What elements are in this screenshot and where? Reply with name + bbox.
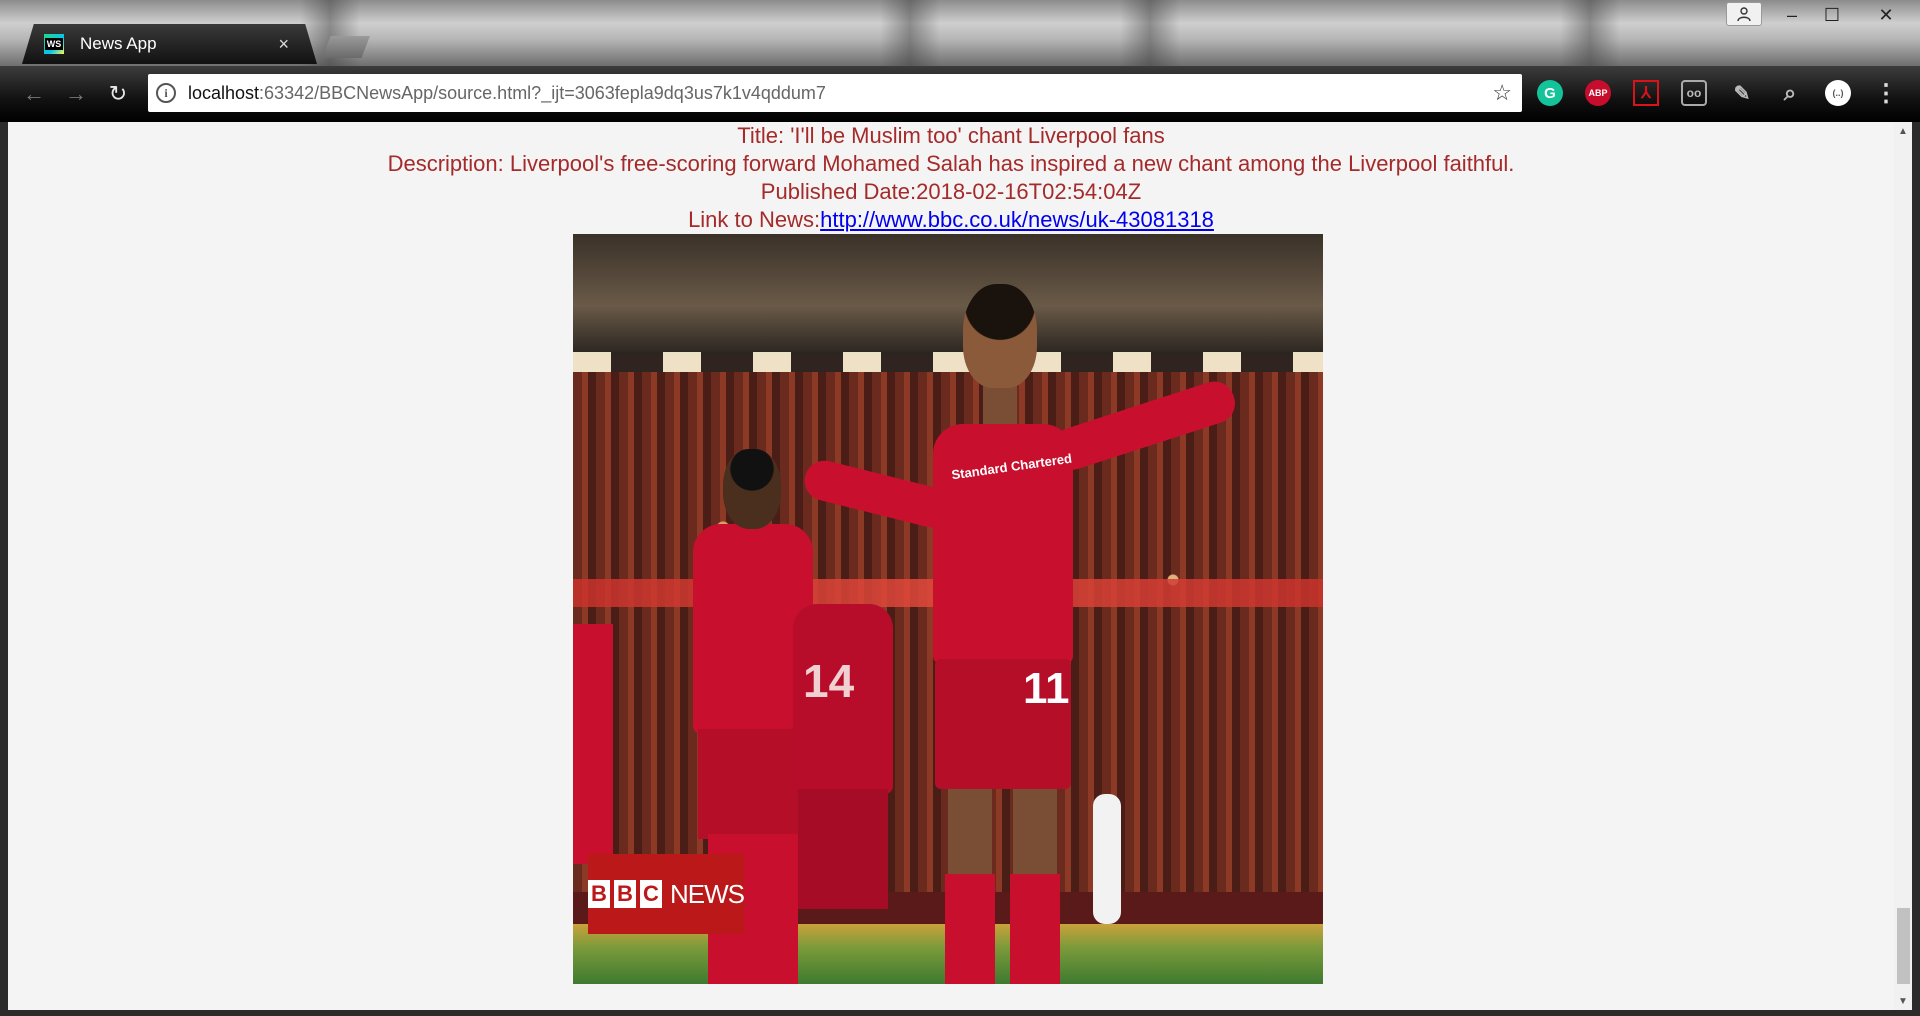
maximize-button[interactable]: ☐ xyxy=(1810,2,1854,28)
profile-button[interactable] xyxy=(1726,2,1762,26)
main-player-sock xyxy=(945,874,995,984)
menu-kebab-icon[interactable]: ⋮ xyxy=(1873,80,1899,107)
pen-icon[interactable]: ✎ xyxy=(1729,80,1755,106)
logo-word: NEWS xyxy=(670,878,745,909)
player-second-shorts xyxy=(798,789,888,909)
article-link-line: Link to News:http://www.bbc.co.uk/news/u… xyxy=(8,206,1894,234)
forward-button[interactable]: → xyxy=(60,78,92,110)
browser-tab[interactable]: WS News App × xyxy=(22,24,317,64)
bbc-news-logo: B B C NEWS xyxy=(588,854,745,934)
scrollbar-thumb[interactable] xyxy=(1897,908,1910,984)
article-image: 14 Standard Chartered 11 B B C NEWS xyxy=(573,234,1323,984)
address-bar[interactable]: i localhost:63342/BBCNewsApp/source.html… xyxy=(148,74,1522,112)
article-published-date: 2018-02-16T02:54:04Z xyxy=(916,179,1142,204)
acrobat-icon[interactable]: ⅄ xyxy=(1633,80,1659,106)
adblock-icon[interactable]: ABP xyxy=(1585,80,1611,106)
tab-close-icon[interactable]: × xyxy=(278,34,289,55)
title-label: Title: xyxy=(737,123,791,148)
maximize-icon: ☐ xyxy=(1823,4,1841,25)
back-button[interactable]: ← xyxy=(18,78,50,110)
main-player-number: 11 xyxy=(1023,664,1070,713)
glasses-icon[interactable]: oo xyxy=(1681,80,1707,106)
opponent-player xyxy=(1093,794,1121,924)
site-info-icon[interactable]: i xyxy=(156,83,176,103)
article-published-line: Published Date:2018-02-16T02:54:04Z xyxy=(8,178,1894,206)
player-second-number: 14 xyxy=(803,655,855,707)
link-label: Link to News: xyxy=(688,207,821,232)
window-titlebar: WS News App × – ☐ ✕ xyxy=(0,0,1920,66)
browser-toolbar: ← → ↻ i localhost:63342/BBCNewsApp/sourc… xyxy=(0,66,1920,122)
scroll-up-arrow-icon[interactable]: ▲ xyxy=(1894,122,1912,140)
minimize-button[interactable]: – xyxy=(1770,2,1814,28)
logo-letter: B xyxy=(614,880,636,908)
reload-button[interactable]: ↻ xyxy=(102,78,134,110)
article-title: 'I'll be Muslim too' chant Liverpool fan… xyxy=(790,123,1165,148)
player-edge xyxy=(573,624,613,864)
article: Title: 'I'll be Muslim too' chant Liverp… xyxy=(8,122,1894,234)
magnifier-icon[interactable]: ⌕ xyxy=(1777,80,1803,106)
bookmark-star-icon[interactable]: ☆ xyxy=(1492,80,1512,106)
stadium-lights xyxy=(573,352,1323,372)
published-label: Published Date: xyxy=(760,179,917,204)
forward-arrow-icon: → xyxy=(65,81,87,106)
article-link[interactable]: http://www.bbc.co.uk/news/uk-43081318 xyxy=(820,207,1214,232)
scroll-down-arrow-icon[interactable]: ▼ xyxy=(1894,992,1912,1010)
webstorm-favicon-icon: WS xyxy=(44,34,64,54)
background-decoration xyxy=(1560,0,1620,66)
background-decoration xyxy=(1120,0,1180,66)
article-title-line: Title: 'I'll be Muslim too' chant Liverp… xyxy=(8,122,1894,150)
logo-letter: C xyxy=(640,880,662,908)
main-player-head xyxy=(963,284,1037,388)
vertical-scrollbar[interactable]: ▲ ▼ xyxy=(1894,122,1912,1010)
person-icon xyxy=(1737,7,1751,22)
close-icon: ✕ xyxy=(1878,4,1894,25)
grammarly-icon[interactable]: G xyxy=(1537,80,1563,106)
profile-circle-icon[interactable]: (..) xyxy=(1825,80,1851,106)
minimize-icon: – xyxy=(1786,4,1797,25)
close-window-button[interactable]: ✕ xyxy=(1858,2,1914,28)
player-teammate-head xyxy=(723,449,781,529)
stadium-roof xyxy=(573,234,1323,354)
player-teammate-shorts xyxy=(698,729,808,839)
logo-letter: B xyxy=(588,880,610,908)
description-label: Description: xyxy=(387,151,510,176)
page-viewport[interactable]: Title: 'I'll be Muslim too' chant Liverp… xyxy=(8,122,1912,1010)
reload-icon: ↻ xyxy=(108,81,128,106)
article-description-line: Description: Liverpool's free-scoring fo… xyxy=(8,150,1894,178)
url-path: :63342/BBCNewsApp/source.html?_ijt=3063f… xyxy=(259,82,826,103)
article-description: Liverpool's free-scoring forward Mohamed… xyxy=(509,151,1515,176)
background-decoration xyxy=(880,0,940,66)
url-host: localhost xyxy=(188,82,260,103)
main-player-sock xyxy=(1010,874,1060,984)
tab-title: News App xyxy=(80,34,157,53)
back-arrow-icon: ← xyxy=(23,81,45,106)
url-text[interactable]: localhost:63342/BBCNewsApp/source.html?_… xyxy=(188,83,1492,104)
